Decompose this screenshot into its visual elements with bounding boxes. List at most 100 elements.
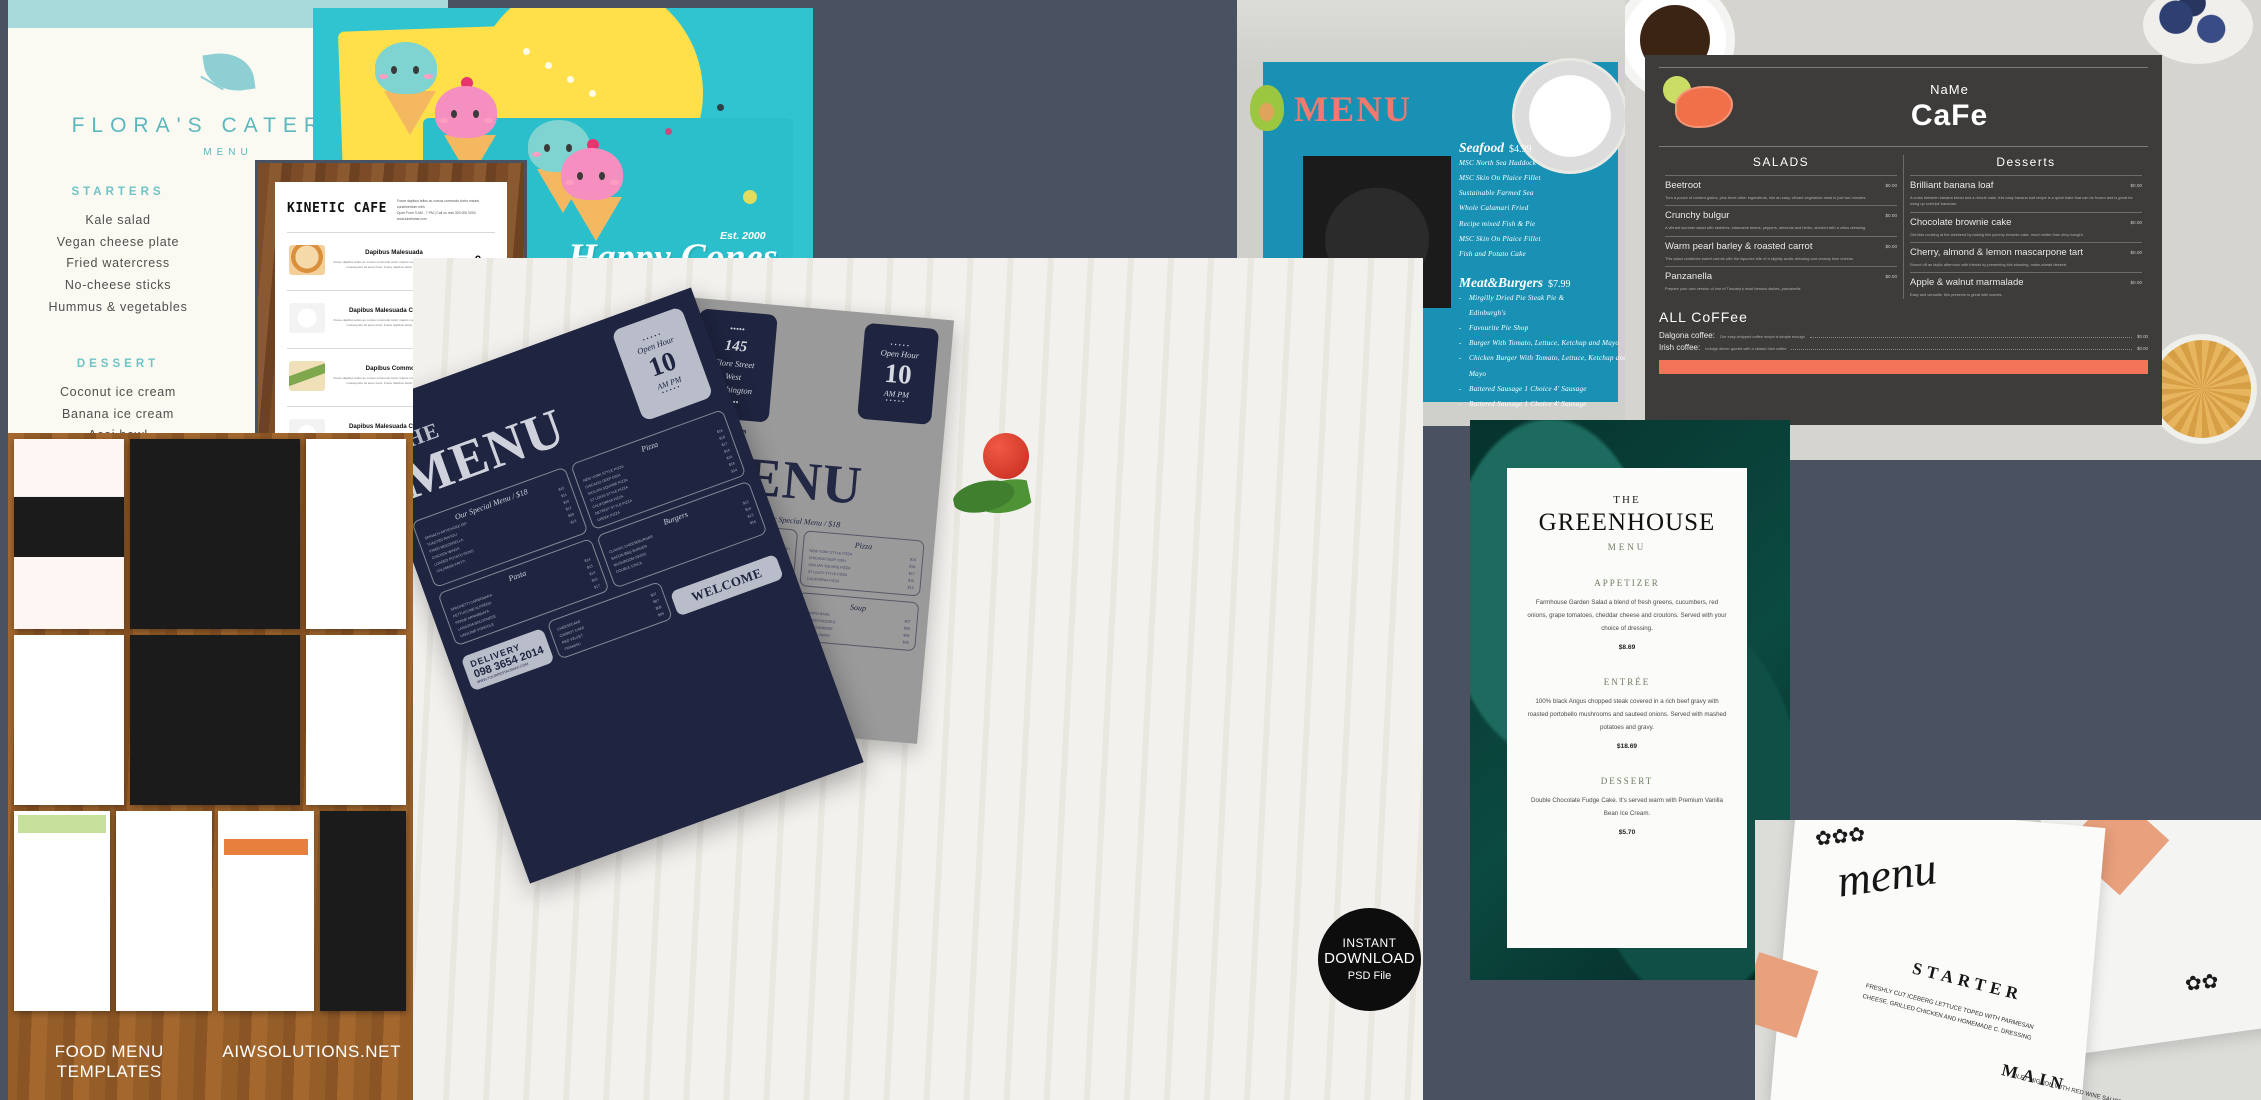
greenhouse-menu-panel: THE GREENHOUSE MENU APPETIZER Farmhouse … xyxy=(1470,420,1790,980)
shrimp-plate-icon xyxy=(289,302,325,333)
name-cafe-column-header: SALADS xyxy=(1752,155,1810,169)
seafood-item: Favourite Pie Shop xyxy=(1459,321,1629,336)
greenhouse-section-title: ENTRÉE xyxy=(1603,677,1651,688)
name-cafe-brand: NaMe CaFe xyxy=(1659,74,2148,140)
coffee-price: $0.00 xyxy=(2137,345,2148,351)
menu-line-price: $17 xyxy=(908,571,915,577)
dish-name: Apple & walnut marmalade xyxy=(1910,277,2024,289)
dish-name: Cherry, almond & lemon mascarpone tart xyxy=(1910,247,2084,259)
greenhouse-name: GREENHOUSE xyxy=(1538,509,1716,536)
coffee-row: Dalgona coffee: Our easy whipped coffee … xyxy=(1659,331,2148,340)
name-cafe-name-label: NaMe xyxy=(1930,81,1969,97)
dish-name: Brilliant banana loaf xyxy=(1910,180,1994,191)
dish-price: $0.00 xyxy=(1885,213,1898,219)
flora-item: Kale salad xyxy=(85,213,151,227)
dish-description: This salad combines sweet carrots with t… xyxy=(1665,255,1855,261)
flora-item: Coconut ice cream xyxy=(59,385,177,400)
seafood-section-label: Seafood xyxy=(1459,140,1504,155)
name-cafe-dish-row: Brilliant banana loaf $0.00 xyxy=(1910,175,2142,192)
name-cafe-columns: SALADS Beetroot $0.00 Turn a pouch of co… xyxy=(1659,155,2148,299)
menu-line-name: CALIFORNIA PIZZA xyxy=(806,576,840,584)
coffee-row: Irish coffee: Indulge dinner guests with… xyxy=(1659,343,2148,352)
dish-name: Chocolate brownie cake xyxy=(1910,216,2012,228)
menu-line-price: $09 xyxy=(903,633,910,639)
seafood-item: Battered Sausage 1 Choice 4' Sausage xyxy=(1459,397,1629,412)
template-thumb xyxy=(14,439,124,629)
menu-line-price: $16 xyxy=(716,428,724,435)
menu-line-price: $18 xyxy=(909,564,916,570)
dish-description: Easy and versatile, this preserve is gre… xyxy=(1910,292,2003,298)
seafood-section-title: Meat&Burgers $7.99 xyxy=(1459,275,1629,291)
dish-price: $0.00 xyxy=(2130,183,2143,188)
seafood-section-price: $7.99 xyxy=(1548,278,1571,290)
template-thumb xyxy=(306,635,406,805)
flora-item: Banana ice cream xyxy=(62,406,174,421)
menu-line-price: $13 xyxy=(588,570,596,577)
name-cafe-dish-row: Chocolate brownie cake $0.00 xyxy=(1910,211,2142,229)
menu-line-price: $07 xyxy=(650,592,658,598)
seafood-item: Fish and Potato Cake xyxy=(1459,249,1526,258)
menu-line-price: $09 xyxy=(657,611,665,618)
dish-price: $0.00 xyxy=(1885,183,1898,188)
dish-price: $0.00 xyxy=(2130,250,2143,256)
kinetic-item-name: Dapibus Malesuada xyxy=(365,248,423,256)
welcome-chip: WELCOME xyxy=(669,554,785,617)
template-thumb xyxy=(130,635,300,805)
name-cafe-column-desserts: Desserts Brilliant banana loaf $0.00 A c… xyxy=(1904,155,2148,299)
menu-line-price: $15 xyxy=(586,564,594,571)
name-cafe-column-salads: SALADS Beetroot $0.00 Turn a pouch of co… xyxy=(1659,155,1904,299)
seafood-section-price: $4.99 xyxy=(1509,144,1532,155)
template-thumb xyxy=(306,439,406,629)
collage-canvas: FLORA'S CATERING MENU STARTERS Kale sala… xyxy=(0,0,2261,1100)
menu-line-price: $15 xyxy=(907,578,915,584)
pastry-plate-photo xyxy=(2147,334,2257,444)
menu-line-price: $13 xyxy=(570,519,578,526)
name-cafe-dish-row: Warm pearl barley & roasted carrot $0.00 xyxy=(1665,235,1897,253)
menu-line-price: $08 xyxy=(903,626,911,632)
dish-price: $0.00 xyxy=(1885,273,1898,279)
dotted-leader xyxy=(1809,336,2132,338)
dotted-leader xyxy=(1791,348,2132,350)
name-cafe-dish-row: Beetroot $0.00 xyxy=(1665,175,1897,192)
seafood-menu-title: MENU xyxy=(1294,89,1412,129)
greenhouse-section-title: DESSERT xyxy=(1600,776,1654,787)
caption-right: AIWSOLUTIONS.NET xyxy=(222,1042,402,1061)
coffee-desc: Our easy whipped coffee recipe is simple… xyxy=(1719,333,1805,339)
egg-muffin-icon xyxy=(289,244,325,275)
open-hour-number: 10 xyxy=(883,357,913,390)
greenhouse-section-desc: Farmhouse Garden Salad a blend of fresh … xyxy=(1527,599,1727,633)
dish-name: Beetroot xyxy=(1665,180,1701,191)
badge-line-3: PSD File xyxy=(1347,969,1392,982)
all-coffee-header: ALL CoFFee xyxy=(1659,308,1748,325)
leaf-icon xyxy=(197,48,259,104)
dish-name: Warm pearl barley & roasted carrot xyxy=(1665,240,1813,252)
greenhouse-section-price: $5.70 xyxy=(1618,829,1636,837)
seafood-item: MSC North Sea Haddock xyxy=(1459,159,1537,167)
greenhouse-section-desc: Double Chocolate Fudge Cake. It's served… xyxy=(1531,797,1723,818)
food-menu-templates-grid: FOOD MENU TEMPLATES AIWSOLUTIONS.NET xyxy=(8,433,413,1100)
menu-block: Pizza NEW YORK STYLE PIZZA $16 CHICAGO DE… xyxy=(799,530,925,597)
badge-line-1: INSTANT xyxy=(1342,936,1397,951)
dish-name: Panzanella xyxy=(1665,270,1713,282)
template-thumb xyxy=(130,439,300,629)
menu-line-price: $14 xyxy=(744,506,752,513)
template-thumb xyxy=(14,811,110,1011)
menu-line-price: $14 xyxy=(730,468,738,474)
sandwich-icon xyxy=(289,360,325,391)
name-cafe-panel: NaMe CaFe SALADS Beetroot $0.00 Turn a p… xyxy=(1625,0,2261,460)
flora-item: Hummus & vegetables xyxy=(48,299,188,314)
kinetic-header: KINETIC CAFE Fusce dapibus tellus ac cur… xyxy=(287,195,495,223)
seafood-item: Burger With Tomato, Lettuce, Ketchup and… xyxy=(1459,336,1629,351)
flora-item: No-cheese sticks xyxy=(64,277,172,292)
menu-line-price: $08 xyxy=(902,640,909,646)
divider xyxy=(1659,67,2148,68)
greenhouse-section-title: APPETIZER xyxy=(1594,578,1660,588)
stars-icon: ••••• xyxy=(885,397,907,406)
laurel-sprig-icon: ✿✿✿ xyxy=(1814,823,1867,851)
name-cafe-dish-row: Crunchy bulgur $0.00 xyxy=(1665,205,1897,222)
seafood-item: Chicken Burger With Tomato, Lettuce, Ket… xyxy=(1459,351,1629,381)
name-cafe-cafe-label: CaFe xyxy=(1910,98,1989,132)
open-hour-badge: ••••• Open Hour 10 AM PM ••••• xyxy=(857,322,940,425)
ice-cream-cone-icon xyxy=(561,139,631,241)
script-menu-card-front xyxy=(1770,820,2106,1100)
